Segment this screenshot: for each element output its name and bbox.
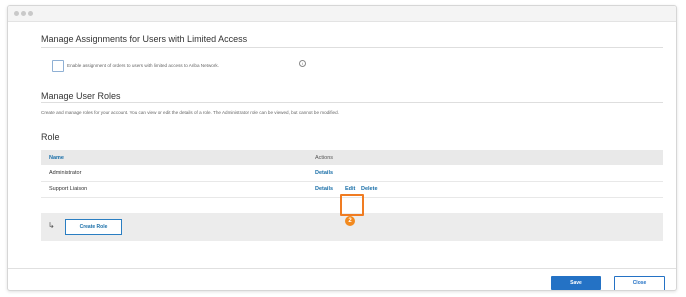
subdirectory-arrow-icon: ↳ bbox=[48, 221, 55, 230]
window-control-dot-maximize[interactable] bbox=[28, 11, 33, 16]
footer-divider bbox=[8, 268, 676, 269]
column-header-name[interactable]: Name bbox=[49, 155, 64, 161]
user-roles-description: Create and manage roles for your account… bbox=[41, 110, 339, 115]
window-control-dot-close[interactable] bbox=[14, 11, 19, 16]
support-liaison-edit-link[interactable]: Edit bbox=[345, 186, 355, 192]
window-content: Manage Assignments for Users with Limite… bbox=[8, 22, 676, 290]
administrator-details-link[interactable]: Details bbox=[315, 170, 333, 176]
save-button[interactable]: Save bbox=[551, 276, 601, 290]
modal-window: Manage Assignments for Users with Limite… bbox=[7, 5, 677, 291]
close-button[interactable]: Close bbox=[614, 276, 665, 290]
enable-assignment-label: Enable assignment of orders to users wit… bbox=[67, 63, 219, 68]
section-divider bbox=[41, 47, 663, 48]
limited-access-title: Manage Assignments for Users with Limite… bbox=[41, 34, 248, 44]
table-row: Administrator Details bbox=[41, 165, 663, 182]
enable-assignment-checkbox[interactable] bbox=[52, 60, 64, 72]
user-roles-title: Manage User Roles bbox=[41, 91, 121, 101]
role-heading: Role bbox=[41, 132, 60, 142]
info-icon[interactable]: i bbox=[299, 60, 306, 67]
roles-table-header: Name Actions bbox=[41, 150, 663, 165]
edit-highlight-box bbox=[340, 194, 364, 216]
role-name-support-liaison: Support Liaison bbox=[49, 186, 88, 192]
column-header-actions: Actions bbox=[315, 155, 334, 161]
section-divider bbox=[41, 102, 663, 103]
support-liaison-details-link[interactable]: Details bbox=[315, 186, 333, 192]
support-liaison-delete-link[interactable]: Delete bbox=[361, 186, 378, 192]
step-badge: 2 bbox=[345, 216, 355, 226]
create-role-button[interactable]: Create Role bbox=[65, 219, 122, 235]
role-name-administrator: Administrator bbox=[49, 170, 82, 176]
window-titlebar bbox=[8, 6, 676, 22]
window-control-dot-minimize[interactable] bbox=[21, 11, 26, 16]
